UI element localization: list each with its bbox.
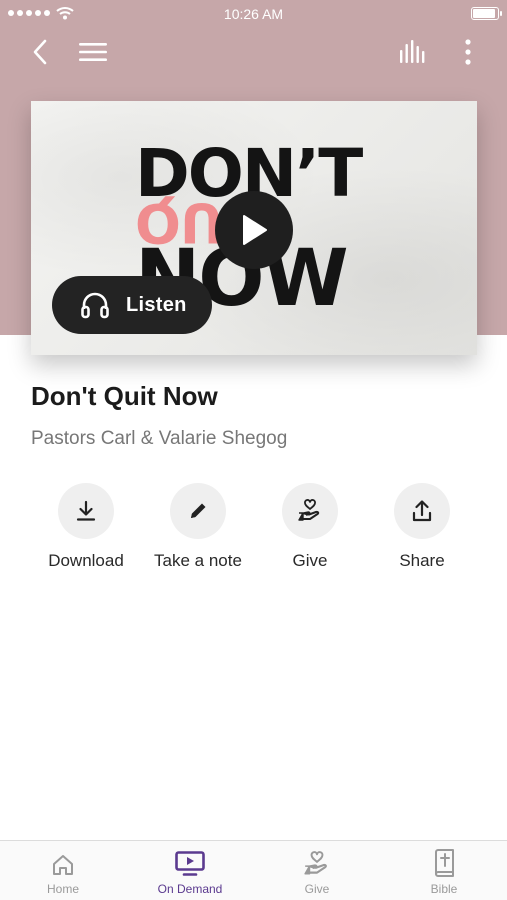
tab-bible-label: Bible <box>430 882 458 896</box>
give-icon-circle <box>282 483 338 539</box>
give-hand-heart-icon <box>298 499 320 521</box>
tab-bible[interactable]: Bible <box>381 841 507 900</box>
give-label: Give <box>292 551 328 570</box>
action-row: Download Take a note Give Share <box>30 483 477 583</box>
play-button[interactable] <box>215 191 293 269</box>
headphones-icon <box>80 290 110 320</box>
audio-button[interactable] <box>394 32 434 72</box>
top-navigation <box>0 32 507 72</box>
give-button[interactable]: Give <box>254 483 366 571</box>
more-options-button[interactable] <box>452 32 484 72</box>
tab-on-demand[interactable]: On Demand <box>127 841 253 900</box>
share-icon-circle <box>394 483 450 539</box>
give-hand-heart-icon <box>304 851 327 875</box>
share-button[interactable]: Share <box>366 483 478 571</box>
sermon-title: Don't Quit Now <box>31 381 218 411</box>
tab-on-demand-label: On Demand <box>157 882 223 896</box>
take-note-button[interactable]: Take a note <box>142 483 254 571</box>
more-vertical-icon <box>465 39 471 65</box>
listen-button[interactable]: Listen <box>52 276 212 334</box>
tab-give-label: Give <box>304 882 330 896</box>
tab-home-label: Home <box>46 882 79 896</box>
share-label: Share <box>399 551 445 570</box>
take-note-label: Take a note <box>154 551 242 570</box>
bottom-tab-bar: Home On Demand Give Bible <box>0 840 507 900</box>
bible-icon <box>435 849 454 877</box>
sermon-speakers: Pastors Carl & Valarie Shegog <box>31 428 288 449</box>
download-icon <box>76 500 96 521</box>
status-time: 10:26 AM <box>223 6 284 22</box>
chevron-left-icon <box>33 39 47 65</box>
back-button[interactable] <box>22 32 58 72</box>
listen-label: Listen <box>126 293 187 316</box>
note-icon-circle <box>170 483 226 539</box>
download-label: Download <box>48 551 124 570</box>
tab-give[interactable]: Give <box>254 841 380 900</box>
pencil-icon <box>191 503 206 518</box>
tv-play-icon <box>175 851 205 876</box>
play-icon <box>243 215 267 245</box>
battery-icon <box>471 7 502 20</box>
tab-home[interactable]: Home <box>0 841 126 900</box>
menu-button[interactable] <box>74 32 112 72</box>
status-bar: 10:26 AM <box>0 0 507 28</box>
share-icon <box>412 500 432 522</box>
download-icon-circle <box>58 483 114 539</box>
home-icon <box>53 855 73 875</box>
audio-bars-icon <box>400 40 425 63</box>
hamburger-icon <box>79 43 107 61</box>
download-button[interactable]: Download <box>30 483 142 571</box>
